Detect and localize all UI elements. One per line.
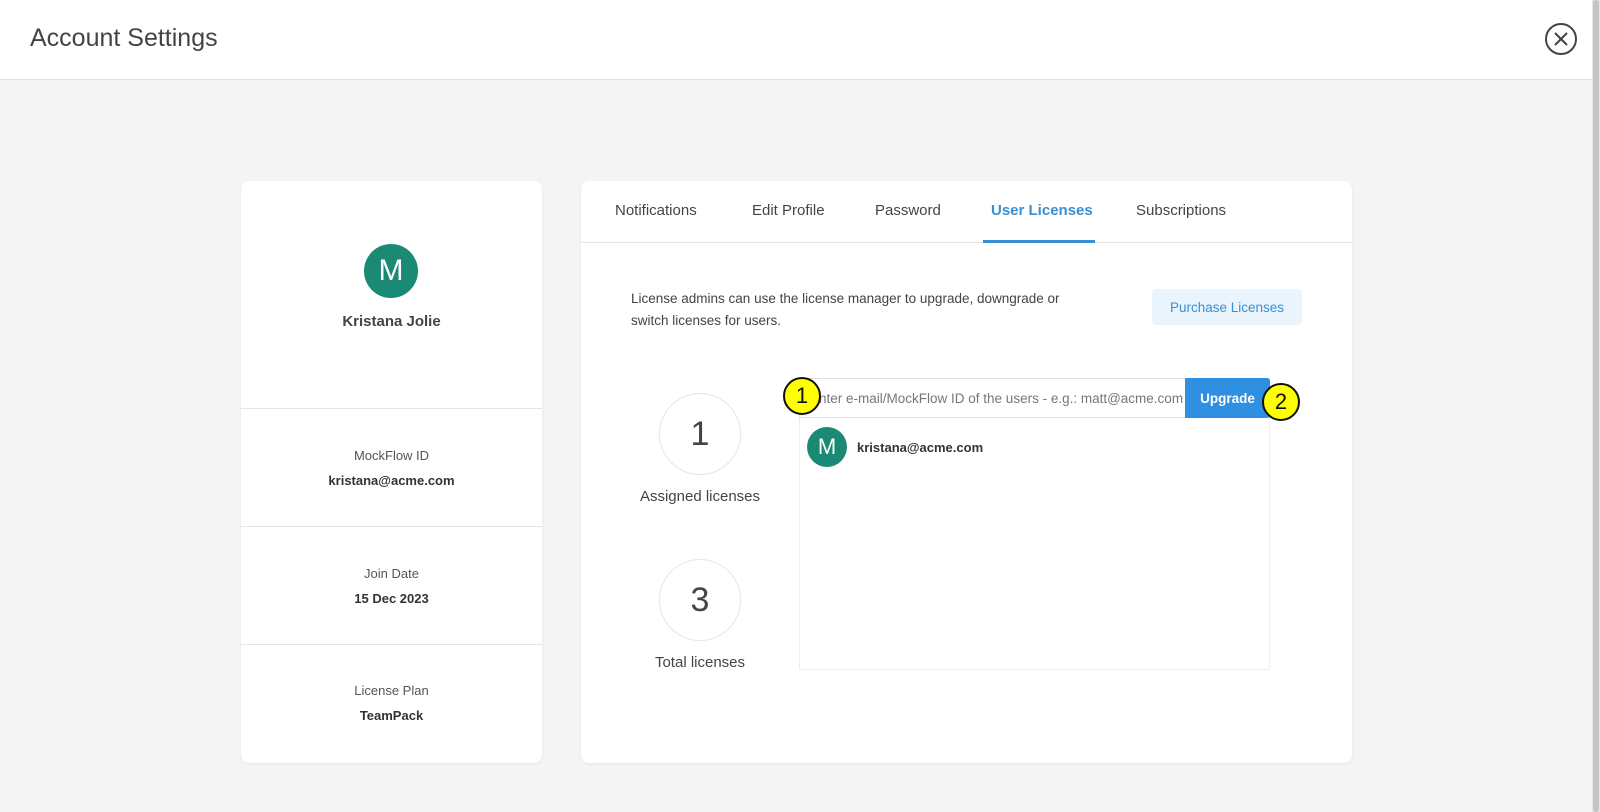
assigned-licenses-label: Assigned licenses [639,488,761,505]
avatar: M [364,244,418,298]
tab-subscriptions[interactable]: Subscriptions [1136,181,1226,243]
total-licenses-label: Total licenses [654,654,746,671]
info-join-date: Join Date 15 Dec 2023 [241,527,542,645]
list-item[interactable]: M kristana@acme.com [807,427,983,467]
settings-panel: Notifications Edit Profile Password User… [581,181,1352,763]
profile-summary: M Kristana Jolie [241,181,542,409]
page-title: Account Settings [30,24,218,52]
tab-edit-profile[interactable]: Edit Profile [752,181,825,243]
info-label: Join Date [364,565,419,581]
profile-name: Kristana Jolie [342,313,441,330]
user-email-input[interactable] [799,378,1185,418]
info-value: 15 Dec 2023 [354,590,429,606]
tab-user-licenses[interactable]: User Licenses [991,181,1093,243]
info-label: MockFlow ID [353,447,430,463]
profile-card: M Kristana Jolie MockFlow ID kristana@ac… [241,181,542,763]
user-email: kristana@acme.com [857,439,984,455]
settings-tabs: Notifications Edit Profile Password User… [581,181,1352,243]
annotation-badge-1: 1 [783,377,821,415]
tab-notifications[interactable]: Notifications [615,181,697,243]
tab-password[interactable]: Password [875,181,941,243]
active-tab-indicator [983,240,1095,243]
info-value: TeamPack [359,708,424,723]
info-mockflow-id: MockFlow ID kristana@acme.com [241,409,542,527]
license-description: License admins can use the license manag… [631,291,1060,328]
info-label: License Plan [354,683,429,698]
info-value: kristana@acme.com [328,472,455,488]
scrollbar-thumb[interactable] [1593,0,1599,812]
avatar: M [807,427,847,467]
page-scrollbar[interactable] [1592,0,1600,812]
assigned-licenses-count: 1 [659,393,741,475]
purchase-licenses-button[interactable]: Purchase Licenses [1152,289,1302,325]
header-bar: Account Settings [0,0,1592,80]
total-licenses-count: 3 [659,559,741,641]
close-button[interactable] [1545,23,1577,55]
info-license-plan: License Plan TeamPack [241,645,542,761]
licensed-users-list [799,378,1270,670]
close-icon [1554,32,1568,46]
upgrade-button[interactable]: Upgrade [1185,378,1270,418]
annotation-badge-2: 2 [1262,383,1300,421]
